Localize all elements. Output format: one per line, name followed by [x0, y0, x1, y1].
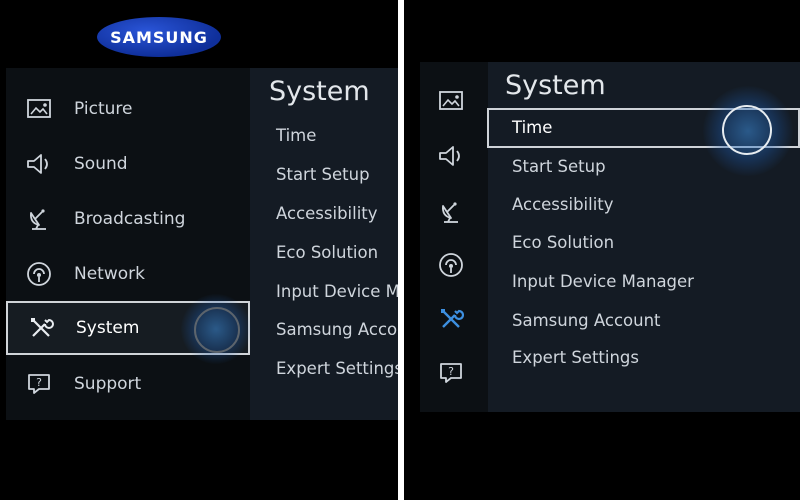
pointer-cursor	[194, 307, 240, 353]
svg-text:?: ?	[448, 365, 454, 378]
network-icon	[24, 259, 54, 289]
help-chat-icon: ?	[24, 369, 54, 399]
submenu-item-samsung-account[interactable]: Samsung Account	[512, 311, 661, 330]
submenu-item-expert-settings[interactable]: Expert Settings	[276, 359, 398, 378]
submenu-item-samsung-account[interactable]: Samsung Accou	[276, 320, 398, 339]
menu-item-network[interactable]: Network	[6, 247, 250, 301]
samsung-logo: SAMSUNG	[97, 17, 221, 57]
menu-item-picture[interactable]: Picture	[6, 82, 250, 136]
submenu-item-input-device-manager[interactable]: Input Device Manager	[512, 272, 694, 291]
menu-item-label: System	[76, 318, 140, 338]
menu-item-sound[interactable]: Sound	[6, 137, 250, 191]
menu-item-label: Support	[74, 374, 142, 394]
menu-item-label: Network	[74, 264, 145, 284]
submenu-item-accessibility[interactable]: Accessibility	[512, 195, 614, 214]
submenu-item-time[interactable]: Time	[276, 126, 316, 145]
tools-icon	[26, 313, 56, 343]
submenu-item-start-setup[interactable]: Start Setup	[512, 157, 606, 176]
network-icon[interactable]	[436, 250, 466, 280]
menu-item-support[interactable]: ? Support	[6, 357, 250, 411]
svg-text:?: ?	[36, 376, 42, 389]
speaker-icon[interactable]	[436, 141, 466, 171]
submenu-item-input-device-manager[interactable]: Input Device Ma	[276, 282, 398, 301]
satellite-dish-icon[interactable]	[436, 197, 466, 227]
satellite-dish-icon	[24, 204, 54, 234]
speaker-icon	[24, 149, 54, 179]
pointer-cursor	[722, 105, 772, 155]
submenu-item-expert-settings[interactable]: Expert Settings	[512, 348, 639, 367]
menu-item-broadcasting[interactable]: Broadcasting	[6, 192, 250, 246]
submenu-item-eco-solution[interactable]: Eco Solution	[276, 243, 378, 262]
submenu-item-start-setup[interactable]: Start Setup	[276, 165, 370, 184]
help-chat-icon[interactable]: ?	[436, 358, 466, 388]
left-tv-screen: SAMSUNG Picture Sound Broadcasting Netwo…	[0, 0, 398, 500]
picture-icon[interactable]	[436, 86, 466, 116]
picture-icon	[24, 94, 54, 124]
tools-icon[interactable]	[436, 304, 466, 334]
submenu-item-time[interactable]: Time	[512, 118, 552, 137]
menu-item-label: Sound	[74, 154, 128, 174]
menu-item-label: Picture	[74, 99, 133, 119]
samsung-logo-text: SAMSUNG	[110, 27, 208, 47]
submenu-title: System	[269, 76, 370, 107]
submenu-item-accessibility[interactable]: Accessibility	[276, 204, 378, 223]
menu-item-label: Broadcasting	[74, 209, 186, 229]
submenu-title: System	[505, 70, 606, 101]
submenu-item-eco-solution[interactable]: Eco Solution	[512, 233, 614, 252]
